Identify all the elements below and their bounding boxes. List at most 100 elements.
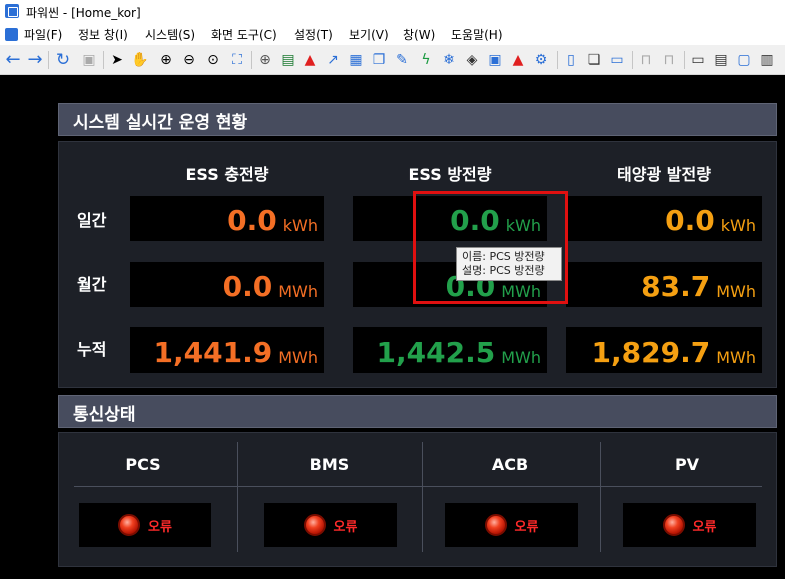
comment-icon[interactable]: ▢	[735, 51, 753, 69]
toolbar: ← → ↻ ▣ ➤ ✋ ⊕ ⊖ ⊙ ⛶ ⊕ ▤ ▲ ↗ ▦ ❐ ✎ ϟ ❄ ◈ …	[0, 45, 785, 75]
menu-settings[interactable]: 설정(T)	[294, 26, 333, 43]
menu-screen-tools[interactable]: 화면 도구(C)	[211, 26, 277, 43]
value-unit: kWh	[282, 216, 318, 235]
comm-divider	[600, 442, 601, 552]
col-ess-discharge: ESS 방전량	[408, 165, 492, 184]
value-number: 0.0	[227, 204, 277, 237]
menu-help[interactable]: 도움말(H)	[451, 26, 503, 43]
value-unit: MWh	[278, 348, 318, 367]
cumulative-discharge-box[interactable]: 1,442.5 MWh	[353, 327, 547, 373]
value-number: 0.0	[665, 204, 715, 237]
save-icon[interactable]: ▣	[80, 51, 98, 69]
monitor-icon[interactable]: ▭	[608, 51, 626, 69]
menu-info-window[interactable]: 정보 창(I)	[78, 26, 128, 43]
menu-system[interactable]: 시스템(S)	[145, 26, 195, 43]
daily-solar-box[interactable]: 0.0 kWh	[566, 196, 762, 241]
status-led-icon	[484, 514, 507, 536]
row-monthly: 월간	[77, 275, 107, 294]
trend-icon[interactable]: ↗	[324, 51, 342, 69]
document-icon[interactable]: ❐	[370, 51, 388, 69]
status-led-icon	[303, 514, 326, 536]
row-daily: 일간	[77, 211, 107, 230]
col-ess-charge: ESS 충전량	[185, 165, 269, 184]
cumulative-solar-box[interactable]: 1,829.7 MWh	[566, 327, 762, 373]
window-title: 파워씬 - [Home_kor]	[26, 6, 141, 20]
unlock-icon[interactable]: ⊓	[660, 51, 678, 69]
tooltip-name: 이름: PCS 방전량	[462, 250, 545, 263]
status-text: 오류	[514, 519, 539, 535]
menu-bar: 파일(F) 정보 창(I) 시스템(S) 화면 도구(C) 설정(T) 보기(V…	[0, 23, 785, 45]
comm-label-acb: ACB	[491, 455, 529, 474]
comm-status-bms[interactable]: 오류	[264, 503, 397, 547]
value-unit: MWh	[501, 348, 541, 367]
comm-divider	[422, 442, 423, 552]
tooltip-description: 설명: PCS 방전량	[462, 264, 545, 277]
cumulative-charge-box[interactable]: 1,441.9 MWh	[130, 327, 324, 373]
globe-icon[interactable]: ⊕	[256, 51, 274, 69]
monthly-solar-box[interactable]: 83.7 MWh	[566, 262, 762, 307]
value-number: 1,829.7	[591, 336, 711, 369]
value-unit: kWh	[720, 216, 756, 235]
app-menu-icon[interactable]	[5, 28, 18, 41]
status-led-icon	[662, 514, 685, 536]
forward-icon[interactable]: →	[26, 51, 44, 69]
cascade-icon[interactable]: ❏	[585, 51, 603, 69]
comm-title: 통신상태	[73, 405, 136, 425]
value-number: 1,442.5	[376, 336, 496, 369]
fit-icon[interactable]: ⛶	[228, 51, 246, 69]
text-icon[interactable]: ▤	[712, 51, 730, 69]
more-icon[interactable]: ▥	[758, 51, 776, 69]
zoom-out-icon[interactable]: ⊖	[180, 51, 198, 69]
comm-divider	[237, 442, 238, 552]
report-icon[interactable]: ▦	[347, 51, 365, 69]
comm-label-pcs: PCS	[125, 455, 161, 474]
app-icon	[5, 4, 19, 18]
daily-charge-box[interactable]: 0.0 kWh	[130, 196, 324, 241]
zoom-in-icon[interactable]: ⊕	[157, 51, 175, 69]
menu-window[interactable]: 창(W)	[403, 26, 435, 43]
energy-icon[interactable]: ϟ	[417, 51, 435, 69]
status-led-icon	[118, 514, 141, 536]
panel-icon[interactable]: ▯	[562, 51, 580, 69]
back-icon[interactable]: ←	[4, 51, 22, 69]
zoom-area-icon[interactable]: ⊙	[204, 51, 222, 69]
menu-file[interactable]: 파일(F)	[24, 26, 62, 43]
list-icon[interactable]: ▤	[279, 51, 297, 69]
pointer-icon[interactable]: ➤	[108, 51, 126, 69]
tooltip: 이름: PCS 방전량 설명: PCS 방전량	[456, 247, 562, 281]
comm-status-pv[interactable]: 오류	[623, 503, 756, 547]
value-unit: MWh	[716, 282, 756, 301]
edit-icon[interactable]: ✎	[393, 51, 411, 69]
gear-icon[interactable]: ⚙	[532, 51, 550, 69]
comm-header: 통신상태	[58, 395, 777, 428]
lock-icon[interactable]: ⊓	[637, 51, 655, 69]
comm-label-pv: PV	[674, 455, 700, 474]
display-icon[interactable]: ▭	[689, 51, 707, 69]
bell-icon[interactable]: ▲	[509, 51, 527, 69]
status-text: 오류	[692, 519, 717, 535]
comm-hdivider	[74, 486, 762, 487]
alarm-icon[interactable]: ▲	[301, 51, 319, 69]
value-unit: MWh	[716, 348, 756, 367]
status-text: 오류	[333, 519, 358, 535]
comm-status-acb[interactable]: 오류	[445, 503, 578, 547]
col-solar: 태양광 발전량	[617, 165, 711, 184]
operation-header: 시스템 실시간 운영 현황	[58, 103, 777, 136]
comm-label-bms: BMS	[309, 455, 350, 474]
value-unit: MWh	[278, 282, 318, 301]
hand-icon[interactable]: ✋	[131, 51, 149, 69]
menu-view[interactable]: 보기(V)	[349, 26, 389, 43]
layers-icon[interactable]: ◈	[463, 51, 481, 69]
value-number: 83.7	[641, 270, 711, 303]
value-number: 1,441.9	[153, 336, 273, 369]
snowflake-icon[interactable]: ❄	[440, 51, 458, 69]
value-number: 0.0	[222, 270, 273, 303]
operation-title: 시스템 실시간 운영 현황	[73, 113, 248, 133]
refresh-icon[interactable]: ↻	[54, 51, 72, 69]
status-text: 오류	[148, 519, 172, 535]
title-bar: 파워씬 - [Home_kor]	[0, 0, 785, 23]
window-icon[interactable]: ▣	[486, 51, 504, 69]
monthly-charge-box[interactable]: 0.0 MWh	[130, 262, 324, 307]
comm-status-pcs[interactable]: 오류	[79, 503, 211, 547]
row-cumulative: 누적	[77, 340, 107, 359]
